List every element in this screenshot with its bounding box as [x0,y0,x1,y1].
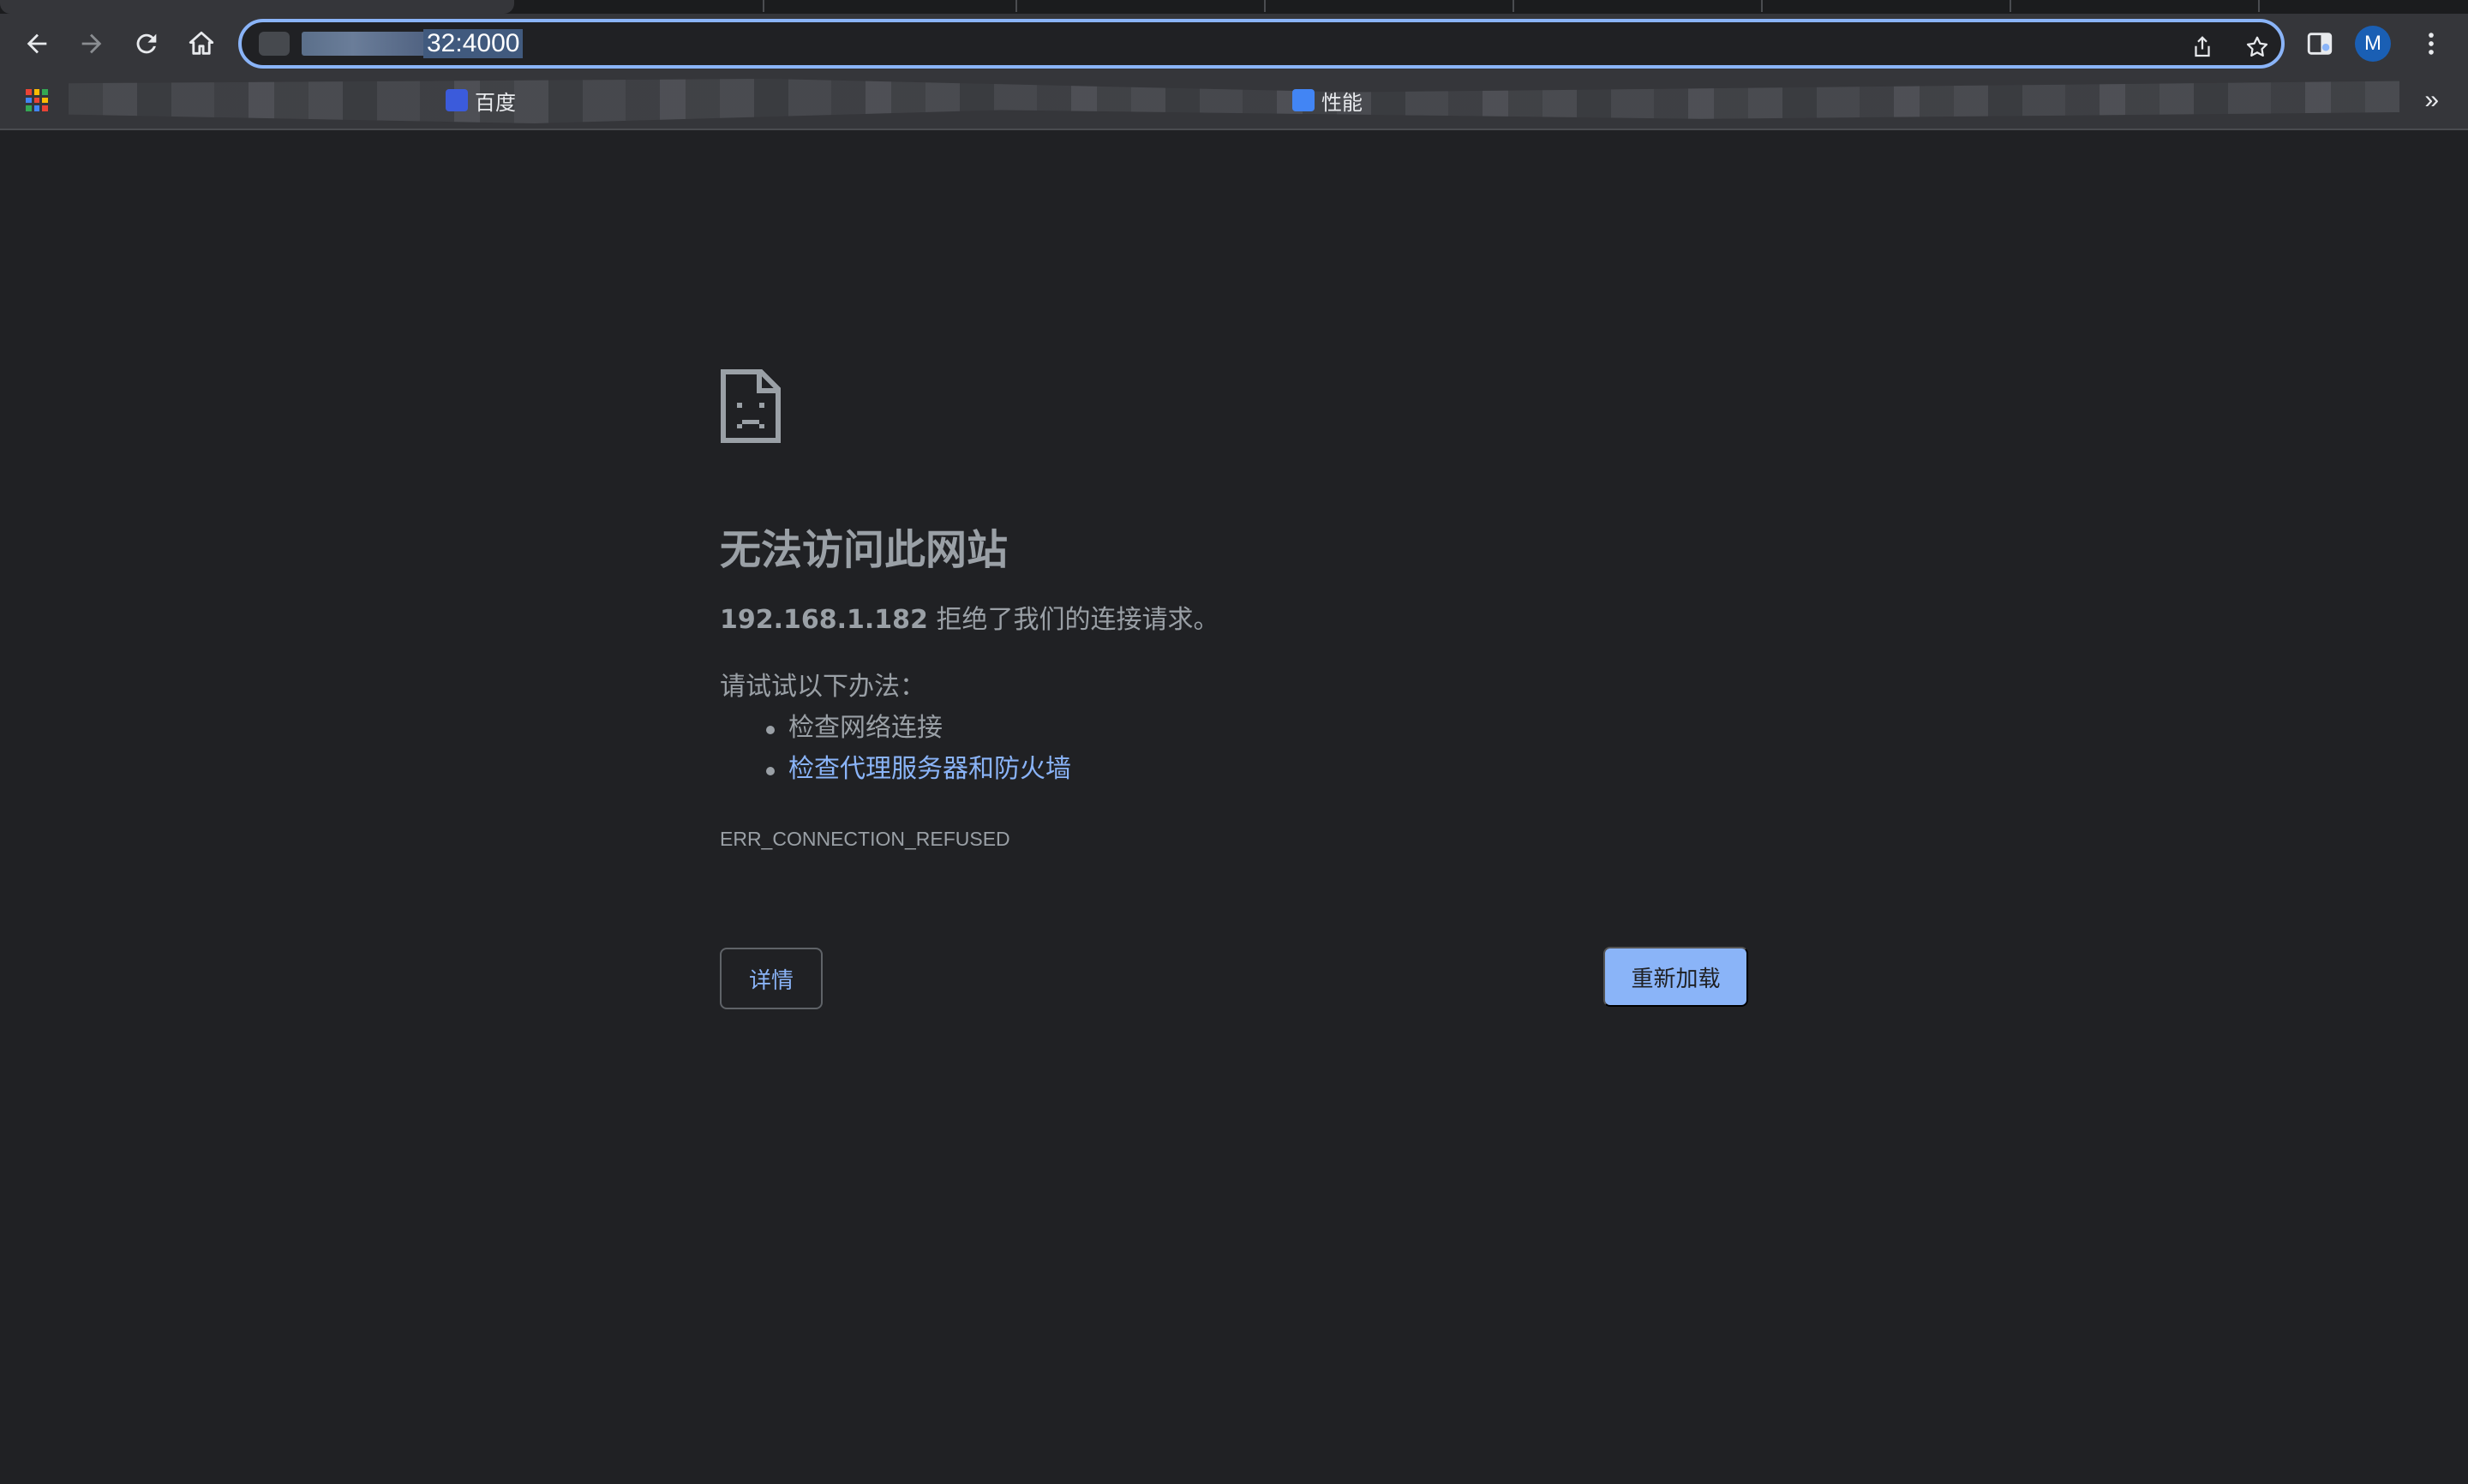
arrow-right-icon [81,33,102,54]
browser-toolbar: 32:4000 M [0,14,2468,74]
tab-separator [2258,0,2260,12]
reload-icon [136,33,157,54]
bookmark-star-button[interactable] [2240,30,2274,64]
share-button[interactable] [2185,30,2219,64]
browser-window: 32:4000 M 百度 性能 » 无法访问此网站 192.168.1.182 … [0,0,2468,1484]
bookmark-item[interactable]: 百度 [446,87,516,115]
share-icon [2195,36,2210,57]
suggestion-proxy-link[interactable]: 检查代理服务器和防火墙 [788,754,1071,784]
url-text[interactable]: 32:4000 [423,29,524,58]
bookmark-favicon-icon [1292,89,1315,111]
tab-separator [1264,0,1266,12]
redacted-url-part [302,32,430,56]
profile-avatar[interactable]: M [2355,26,2391,62]
error-title: 无法访问此网站 [720,526,1009,574]
menu-button[interactable] [2408,21,2454,67]
side-panel-button[interactable] [2297,21,2343,67]
tab-separator [1761,0,1763,12]
redacted-bookmarks [69,79,2399,123]
error-host: 192.168.1.182 [720,605,928,635]
reload-button[interactable] [123,21,170,67]
sad-document-icon [720,368,782,444]
home-icon [189,31,214,55]
tab-separator [2010,0,2011,12]
star-icon [2246,36,2268,57]
suggestions-heading: 请试试以下办法： [720,672,926,702]
home-button[interactable] [178,21,225,67]
details-button[interactable]: 详情 [720,948,823,1009]
suggestion-text: 检查网络连接 [788,713,943,743]
back-button[interactable] [14,21,60,67]
tab-separator [1513,0,1514,12]
tab-separator [763,0,764,12]
suggestion-check-proxy: 检查代理服务器和防火墙 [720,752,1071,793]
suggestions-list: 检查网络连接 检查代理服务器和防火墙 [720,711,1071,793]
more-vert-icon [2429,33,2434,55]
tab-strip [0,0,2468,14]
bookmarks-bar: 百度 性能 » [0,74,2468,130]
reload-page-button[interactable]: 重新加载 [1603,947,1748,1007]
bookmark-item[interactable]: 性能 [1292,87,1363,115]
forward-button[interactable] [69,21,115,67]
tab-separator [1015,0,1017,12]
suggestion-check-connection: 检查网络连接 [720,711,1071,752]
side-panel-icon [2307,33,2333,55]
site-info-icon[interactable] [259,32,290,56]
bookmark-favicon-icon [446,89,468,111]
error-summary: 192.168.1.182 拒绝了我们的连接请求。 [720,603,1219,637]
error-summary-text: 拒绝了我们的连接请求。 [927,605,1219,635]
bookmark-label: 百度 [475,90,516,115]
apps-grid-icon[interactable] [26,89,48,111]
arrow-left-icon [27,33,47,54]
active-tab[interactable] [0,0,514,14]
address-bar[interactable]: 32:4000 [238,19,2285,69]
error-code: ERR_CONNECTION_REFUSED [720,828,1010,850]
bookmarks-overflow-button[interactable]: » [2424,86,2439,115]
bookmark-label: 性能 [1321,90,1363,115]
